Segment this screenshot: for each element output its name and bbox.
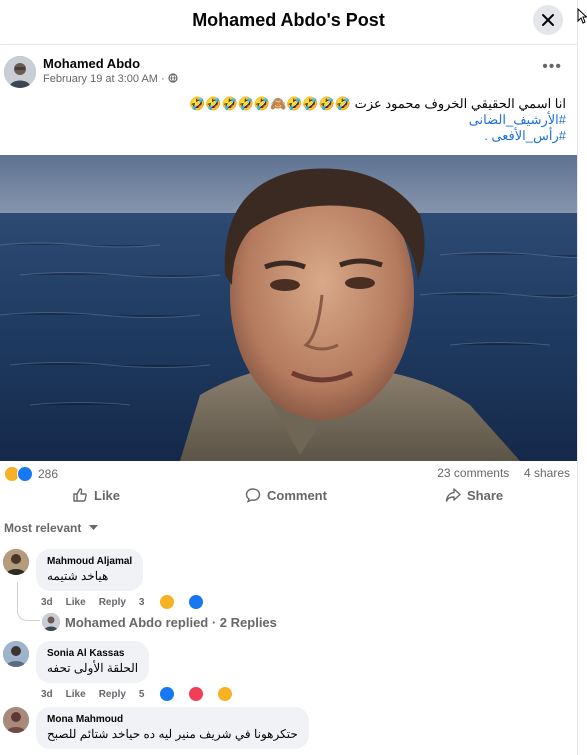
haha-reaction-icon xyxy=(159,594,176,610)
comment-bubble: Mona Mahmoud حتكرهونا في شريف منير ليه د… xyxy=(36,707,309,749)
comment-like-button[interactable]: Like xyxy=(66,597,86,608)
share-icon xyxy=(445,488,461,502)
comment-reply-button[interactable]: Reply xyxy=(99,689,126,700)
close-icon xyxy=(542,14,554,26)
comment-button[interactable]: Comment xyxy=(245,487,327,503)
comment-reply-button[interactable]: Reply xyxy=(99,597,126,608)
comment-reactions[interactable]: 5 xyxy=(139,686,247,702)
post-caption: انا اسمي الحقيقي الخروف محمود عزت 🤣🤣🤣🤣🙈🤣… xyxy=(26,96,566,144)
post-action-bar: Like Comment Share xyxy=(0,487,577,513)
replies-summary: Mohamed Abdo replied · 2 Replies xyxy=(65,614,277,630)
sort-label: Most relevant xyxy=(4,521,82,535)
more-icon: ••• xyxy=(542,58,562,75)
like-label: Like xyxy=(94,487,121,503)
comment-time[interactable]: 3d xyxy=(41,689,53,700)
modal-header: Mohamed Abdo's Post xyxy=(0,0,577,45)
post-photo[interactable] xyxy=(0,155,577,461)
modal-title: Mohamed Abdo's Post xyxy=(192,10,385,30)
thumbs-up-icon xyxy=(73,488,87,502)
author-avatar[interactable] xyxy=(4,56,36,88)
comment-like-button[interactable]: Like xyxy=(66,689,86,700)
comment-time[interactable]: 3d xyxy=(41,597,53,608)
commenter-name[interactable]: Mona Mahmoud xyxy=(47,713,298,726)
post-author-name[interactable]: Mohamed Abdo xyxy=(43,56,140,71)
hashtag-link[interactable]: #الأرشيف_الضانى xyxy=(469,112,566,127)
post-modal: Mohamed Abdo's Post Mohamed Abdo Februar… xyxy=(0,0,578,755)
like-button[interactable]: Like xyxy=(72,487,120,503)
post-meta: February 19 at 3:00 AM · xyxy=(43,73,178,85)
comment-text: هياخد شتيمه xyxy=(47,569,109,583)
care-reaction-icon xyxy=(217,686,234,702)
caption-emojis: 🤣🤣🤣🤣🙈🤣🤣🤣🤣🤣 xyxy=(189,96,351,111)
post-stats: 286 23 comments 4 shares xyxy=(4,466,570,484)
reaction-count: 286 xyxy=(38,467,59,481)
love-reaction-icon xyxy=(188,686,205,702)
comment-actions: 3d Like Reply 3 xyxy=(41,594,217,610)
comment-icon xyxy=(245,488,261,503)
engagement-counts: 23 comments 4 shares xyxy=(437,466,570,480)
post-timestamp[interactable]: February 19 at 3:00 AM · xyxy=(43,73,168,85)
caret-down-icon xyxy=(88,525,98,530)
like-reaction-icon xyxy=(17,466,33,482)
commenter-name[interactable]: Mahmoud Aljamal xyxy=(47,555,132,568)
comments-count[interactable]: 23 comments xyxy=(437,466,509,480)
comment-sort-dropdown[interactable]: Most relevant xyxy=(4,521,98,535)
commenter-avatar[interactable] xyxy=(3,549,29,575)
like-reaction-icon xyxy=(159,686,176,702)
post-header: Mohamed Abdo February 19 at 3:00 AM · ••… xyxy=(4,56,574,92)
comment-react-count: 3 xyxy=(138,596,145,608)
comment-actions: 3d Like Reply 5 xyxy=(41,686,246,702)
comment-label: Comment xyxy=(267,487,327,503)
replier-avatar xyxy=(42,613,60,631)
reaction-summary[interactable]: 286 xyxy=(4,466,58,482)
comment-react-count: 5 xyxy=(138,688,145,700)
comment-text: حتكرهونا في شريف منير ليه ده حياخد شتائم… xyxy=(47,727,298,741)
comment-bubble: Mahmoud Aljamal هياخد شتيمه xyxy=(36,549,144,591)
share-button[interactable]: Share xyxy=(445,487,503,503)
commenter-name[interactable]: Sonia Al Kassas xyxy=(47,647,138,660)
like-reaction-icon xyxy=(188,594,205,610)
comment-text: الحلقة الأولى تحفه xyxy=(47,661,139,675)
view-replies-link[interactable]: Mohamed Abdo replied · 2 Replies xyxy=(42,613,277,631)
more-options-button[interactable]: ••• xyxy=(542,58,562,76)
mouse-cursor-icon xyxy=(577,8,587,24)
globe-icon xyxy=(168,73,178,83)
caption-line: انا اسمي الحقيقي الخروف محمود عزت 🤣🤣🤣🤣🙈🤣… xyxy=(26,96,566,112)
hashtag-link[interactable]: #رأس_الأفعى . xyxy=(484,128,566,143)
shares-count[interactable]: 4 shares xyxy=(524,466,570,480)
comment-bubble: Sonia Al Kassas الحلقة الأولى تحفه xyxy=(36,641,150,683)
comment-reactions[interactable]: 3 xyxy=(139,594,218,610)
commenter-avatar[interactable] xyxy=(3,707,29,733)
caption-text: انا اسمي الحقيقي الخروف محمود عزت xyxy=(350,96,566,111)
commenter-avatar[interactable] xyxy=(3,641,29,667)
close-button[interactable] xyxy=(533,5,563,35)
thread-line xyxy=(17,582,40,621)
share-label: Share xyxy=(467,487,504,503)
